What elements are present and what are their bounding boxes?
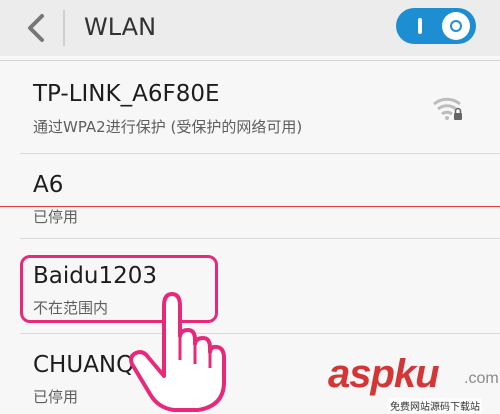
wifi-lock-icon: [433, 97, 462, 120]
wlan-toggle[interactable]: [396, 8, 476, 44]
watermark-logo: aspku .com 免费网站源码下载站: [326, 352, 500, 414]
red-guide-line: [0, 206, 500, 207]
network-item[interactable]: A6 已停用: [0, 154, 500, 238]
network-name: CHUANQI: [33, 352, 142, 378]
watermark-brand: aspku: [328, 352, 440, 396]
header-divider: [63, 10, 65, 46]
network-name: A6: [33, 172, 64, 198]
network-status: 已停用: [33, 208, 79, 226]
network-status: 已停用: [33, 388, 79, 406]
watermark-tagline: 免费网站源码下载站: [388, 398, 482, 413]
network-item[interactable]: TP-LINK_A6F80E 通过WPA2进行保护 (受保护的网络可用): [0, 61, 500, 153]
toggle-knob: [442, 12, 470, 40]
hand-pointer-icon: [129, 292, 226, 412]
toggle-on-mark: [418, 18, 422, 34]
page-title: WLAN: [84, 13, 157, 41]
app-header: WLAN: [0, 0, 500, 56]
network-name: TP-LINK_A6F80E: [33, 81, 220, 107]
watermark-domain: .com: [464, 370, 499, 387]
chevron-left-icon[interactable]: [18, 8, 58, 48]
network-status: 通过WPA2进行保护 (受保护的网络可用): [33, 118, 303, 136]
